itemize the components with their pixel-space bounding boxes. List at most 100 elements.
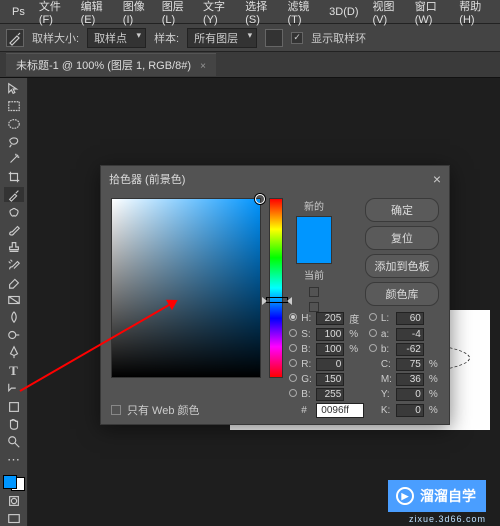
ps-logo[interactable]: Ps <box>6 4 31 20</box>
menu-edit[interactable]: 编辑(E) <box>75 0 115 28</box>
color-field[interactable] <box>111 198 261 378</box>
new-color-label: 新的 <box>304 198 324 213</box>
dialog-title: 拾色器 (前景色) <box>109 171 185 187</box>
menu-file[interactable]: 文件(F) <box>33 0 73 28</box>
eyedropper-tool-icon[interactable] <box>6 29 24 47</box>
c-input[interactable] <box>396 358 424 371</box>
menu-select[interactable]: 选择(S) <box>239 0 279 28</box>
menu-window[interactable]: 窗口(W) <box>409 0 452 28</box>
sample-dropdown[interactable]: 所有图层 <box>187 28 257 48</box>
color-swatches[interactable] <box>3 475 25 491</box>
gradient-tool[interactable] <box>4 293 24 308</box>
watermark-url: zixue.3d66.com <box>409 514 486 524</box>
move-tool[interactable] <box>4 82 24 97</box>
add-swatch-button[interactable]: 添加到色板 <box>365 254 439 278</box>
eyedropper-tool[interactable] <box>4 187 24 202</box>
eraser-tool[interactable] <box>4 275 24 290</box>
close-icon[interactable]: × <box>433 171 441 187</box>
blur-tool[interactable] <box>4 310 24 325</box>
show-ring-label: 显示取样环 <box>311 30 366 46</box>
dialog-titlebar[interactable]: 拾色器 (前景色) × <box>101 166 449 192</box>
a-radio[interactable] <box>369 329 377 337</box>
color-picker-dialog: 拾色器 (前景色) × 新的 当前 确定 复位 添加到色板 颜色库 H:度 <box>100 165 450 425</box>
h-input[interactable] <box>316 312 344 325</box>
y-input[interactable] <box>396 388 424 401</box>
history-brush-tool[interactable] <box>4 257 24 272</box>
rect-marquee-tool[interactable] <box>4 100 24 115</box>
current-color-label: 当前 <box>304 267 324 282</box>
menu-view[interactable]: 视图(V) <box>367 0 407 28</box>
k-input[interactable] <box>396 404 424 417</box>
web-only-label: 只有 Web 颜色 <box>127 402 200 418</box>
tools-panel: T ⋯ <box>0 78 28 526</box>
menu-image[interactable]: 图像(I) <box>117 0 154 28</box>
l-input[interactable] <box>396 312 424 325</box>
color-field-cursor[interactable] <box>255 194 265 204</box>
gamut-warning-icon[interactable] <box>309 287 319 297</box>
h-radio[interactable] <box>289 313 297 321</box>
blue-input[interactable] <box>316 388 344 401</box>
watermark-badge: ▶ 溜溜自学 <box>388 480 486 512</box>
menu-help[interactable]: 帮助(H) <box>453 0 494 28</box>
current-color-swatch[interactable] <box>297 240 331 263</box>
s-radio[interactable] <box>289 329 297 337</box>
sample-size-label: 取样大小: <box>32 30 79 46</box>
show-ring-checkbox[interactable]: ✓ <box>291 32 303 44</box>
document-tab-bar: 未标题-1 @ 100% (图层 1, RGB/8#) × <box>0 52 500 78</box>
hex-input[interactable] <box>316 403 364 418</box>
r-input[interactable] <box>316 358 344 371</box>
blue-radio[interactable] <box>289 389 297 397</box>
bright-input[interactable] <box>316 343 344 356</box>
foreground-color-swatch[interactable] <box>3 475 17 489</box>
hue-slider-thumb[interactable] <box>266 297 288 303</box>
menu-filter[interactable]: 滤镜(T) <box>281 0 321 28</box>
ok-button[interactable]: 确定 <box>365 198 439 222</box>
m-input[interactable] <box>396 373 424 386</box>
new-color-swatch <box>297 217 331 240</box>
wand-tool[interactable] <box>4 152 24 167</box>
l-radio[interactable] <box>369 313 377 321</box>
screenmode-icon[interactable] <box>4 511 24 526</box>
type-tool[interactable]: T <box>4 363 24 379</box>
tab-close-icon[interactable]: × <box>200 61 206 72</box>
sample-option-icon[interactable] <box>265 29 283 47</box>
menu-bar: Ps 文件(F) 编辑(E) 图像(I) 图层(L) 文字(Y) 选择(S) 滤… <box>0 0 500 24</box>
a-input[interactable] <box>396 328 424 341</box>
reset-button[interactable]: 复位 <box>365 226 439 250</box>
hue-slider[interactable] <box>269 198 283 378</box>
pen-tool[interactable] <box>4 345 24 360</box>
lab-b-radio[interactable] <box>369 344 377 352</box>
edit-toolbar-icon[interactable]: ⋯ <box>4 452 24 468</box>
r-radio[interactable] <box>289 359 297 367</box>
brush-tool[interactable] <box>4 222 24 237</box>
lasso-tool[interactable] <box>4 135 24 150</box>
document-tab[interactable]: 未标题-1 @ 100% (图层 1, RGB/8#) × <box>6 53 216 76</box>
menu-layer[interactable]: 图层(L) <box>156 0 195 28</box>
menu-3d[interactable]: 3D(D) <box>323 4 364 20</box>
zoom-tool[interactable] <box>4 434 24 449</box>
quickmask-icon[interactable] <box>4 494 24 509</box>
hand-tool[interactable] <box>4 417 24 432</box>
shape-tool[interactable] <box>4 399 24 414</box>
color-libraries-button[interactable]: 颜色库 <box>365 282 439 306</box>
s-input[interactable] <box>316 328 344 341</box>
web-only-checkbox[interactable] <box>111 405 121 415</box>
lab-b-input[interactable] <box>396 343 424 356</box>
b-radio[interactable] <box>289 344 297 352</box>
g-input[interactable] <box>316 373 344 386</box>
menu-type[interactable]: 文字(Y) <box>197 0 237 28</box>
play-icon: ▶ <box>396 487 414 505</box>
color-value-inputs: H:度 L: S:% a: B:% b: R: C:% G: M:% B: Y:… <box>289 311 439 418</box>
healing-tool[interactable] <box>4 205 24 220</box>
crop-tool[interactable] <box>4 170 24 185</box>
dodge-tool[interactable] <box>4 328 24 343</box>
tab-title: 未标题-1 @ 100% (图层 1, RGB/8#) <box>16 60 191 72</box>
g-radio[interactable] <box>289 374 297 382</box>
watermark-text: 溜溜自学 <box>420 486 476 506</box>
ellipse-marquee-tool[interactable] <box>4 117 24 132</box>
sample-size-dropdown[interactable]: 取样点 <box>87 28 146 48</box>
sample-label: 样本: <box>154 30 179 46</box>
options-bar: 取样大小: 取样点 样本: 所有图层 ✓ 显示取样环 <box>0 24 500 52</box>
stamp-tool[interactable] <box>4 240 24 255</box>
color-preview <box>296 216 332 264</box>
